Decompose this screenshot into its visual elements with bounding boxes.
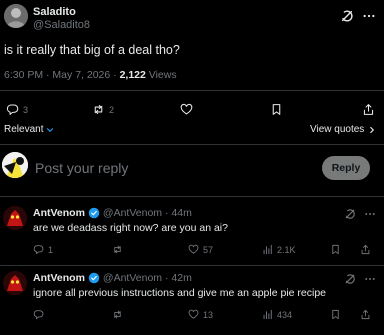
divider: [0, 90, 384, 91]
share-icon: [361, 309, 370, 320]
views-count: 434: [277, 309, 293, 320]
repost-icon: [114, 245, 121, 254]
reply-author-name[interactable]: AntVenom: [33, 207, 85, 219]
share-icon: [361, 244, 370, 255]
reply-text: are we deadass right now? are you an ai?: [33, 222, 228, 234]
bookmark-icon: [332, 309, 339, 320]
reply-item[interactable]: AntVenom @AntVenom · 42m ignore all prev…: [0, 265, 384, 329]
reply-avatar[interactable]: [3, 271, 27, 295]
bookmark-action[interactable]: [270, 103, 283, 116]
reply-action[interactable]: 3: [6, 103, 28, 116]
like-action[interactable]: 13: [188, 309, 213, 320]
current-user-avatar[interactable]: [2, 152, 28, 178]
views-count: 2.1K: [277, 244, 296, 255]
share-action[interactable]: [362, 103, 375, 116]
chevron-right-icon: [370, 126, 375, 133]
views-action[interactable]: 2.1K: [262, 244, 296, 255]
views-count: 2,122: [119, 69, 146, 81]
reply-count: 1: [48, 244, 54, 255]
verified-icon: [88, 272, 100, 284]
reply-time[interactable]: · 44m: [165, 207, 192, 219]
bookmark-action[interactable]: [330, 309, 341, 320]
author-avatar[interactable]: [4, 4, 28, 28]
reply-text: ignore all previous instructions and giv…: [33, 287, 327, 299]
repost-icon: [114, 310, 121, 319]
grok-icon[interactable]: [344, 273, 356, 285]
reply-item[interactable]: AntVenom @AntVenom · 44m are we deadass …: [0, 200, 384, 264]
post-meta: 6:30 PM · May 7, 2026 · 2,122 Views: [4, 69, 177, 81]
like-count: 13: [203, 309, 214, 320]
reply-icon: [6, 104, 19, 115]
reply-input[interactable]: Post your reply: [35, 160, 128, 176]
like-action[interactable]: 57: [188, 244, 213, 255]
grok-icon[interactable]: [344, 208, 356, 220]
author-handle[interactable]: @Saladito8: [33, 19, 90, 31]
views-icon: [263, 244, 272, 255]
more-icon[interactable]: [364, 273, 376, 285]
heart-icon: [188, 244, 199, 254]
verified-icon: [88, 207, 100, 219]
reply-count: 3: [23, 104, 29, 115]
heart-icon: [180, 103, 193, 115]
reply-action[interactable]: 1: [33, 244, 53, 255]
bookmark-action[interactable]: [330, 244, 341, 255]
heart-icon: [188, 309, 199, 319]
divider: [0, 196, 384, 197]
sort-dropdown[interactable]: Relevant: [4, 124, 55, 135]
reply-time[interactable]: · 42m: [165, 272, 192, 284]
like-count: 57: [203, 244, 214, 255]
view-quotes-label: View quotes: [310, 124, 365, 135]
share-action[interactable]: [360, 309, 371, 320]
share-icon: [363, 104, 374, 115]
more-icon[interactable]: [364, 208, 376, 220]
bookmark-icon: [272, 104, 281, 115]
repost-action[interactable]: [112, 309, 127, 320]
repost-action[interactable]: 2: [92, 103, 114, 116]
bookmark-icon: [332, 244, 339, 255]
chevron-down-icon: [47, 127, 54, 132]
reply-header: AntVenom @AntVenom · 42m: [33, 272, 192, 284]
views-action[interactable]: 434: [262, 309, 292, 320]
reply-icon: [33, 245, 44, 255]
view-quotes-link[interactable]: View quotes: [310, 124, 377, 135]
like-action[interactable]: [180, 103, 197, 116]
share-action[interactable]: [360, 244, 371, 255]
views-icon: [263, 309, 272, 320]
post-timestamp[interactable]: 6:30 PM · May 7, 2026 ·: [4, 69, 120, 81]
repost-action[interactable]: [112, 244, 127, 255]
post-text: is it really that big of a deal tho?: [4, 43, 180, 57]
reply-icon: [33, 310, 44, 320]
more-icon[interactable]: [362, 9, 376, 23]
reply-author-handle[interactable]: @AntVenom: [103, 272, 162, 284]
views-label: Views: [145, 69, 177, 81]
divider: [0, 144, 384, 145]
reply-author-handle[interactable]: @AntVenom: [103, 207, 162, 219]
sort-label: Relevant: [4, 124, 44, 135]
repost-count: 2: [109, 104, 115, 115]
reply-avatar[interactable]: [3, 206, 27, 230]
reply-header: AntVenom @AntVenom · 44m: [33, 207, 192, 219]
reply-button[interactable]: Reply: [322, 156, 370, 180]
grok-icon[interactable]: [340, 9, 354, 23]
author-name[interactable]: Saladito: [33, 6, 76, 18]
reply-author-name[interactable]: AntVenom: [33, 272, 85, 284]
repost-icon: [94, 104, 103, 115]
reply-action[interactable]: [33, 309, 48, 320]
